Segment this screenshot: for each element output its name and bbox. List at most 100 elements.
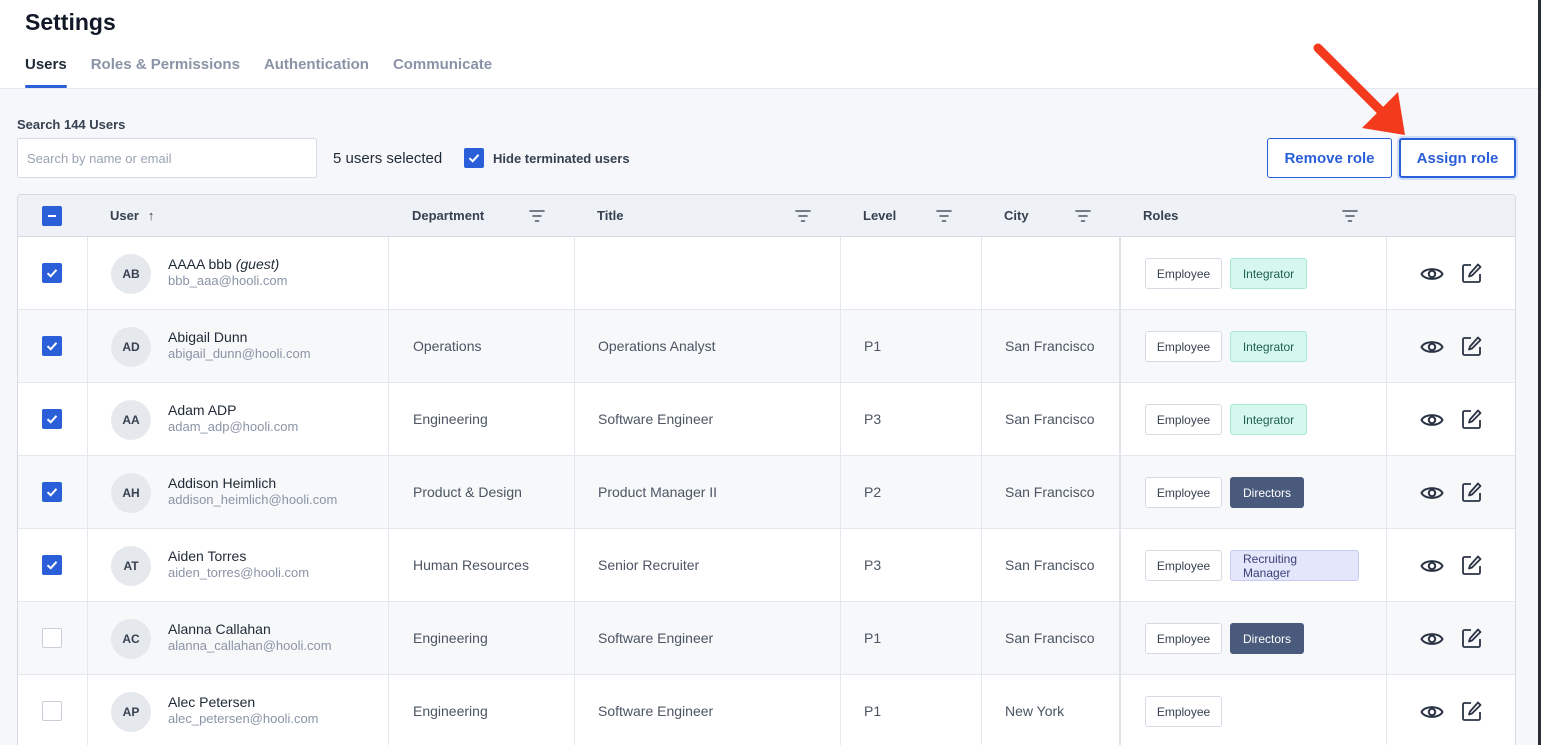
guest-label: (guest)	[235, 256, 280, 272]
view-eye-icon[interactable]	[1420, 555, 1444, 577]
minus-icon	[48, 215, 56, 217]
title-cell: Software Engineer	[598, 703, 714, 719]
department-cell: Engineering	[413, 411, 488, 427]
tab-roles-permissions[interactable]: Roles & Permissions	[91, 56, 240, 88]
sort-ascending-icon[interactable]: ↑	[148, 208, 155, 223]
edit-pencil-icon[interactable]	[1461, 481, 1483, 503]
user-name: Addison Heimlich	[168, 475, 276, 491]
row-checkbox[interactable]	[42, 336, 62, 356]
user-email: alanna_callahan@hooli.com	[168, 638, 332, 653]
users-table: User ↑ Department Title Level City Roles…	[17, 194, 1516, 745]
edit-pencil-icon[interactable]	[1461, 408, 1483, 430]
filter-icon[interactable]	[529, 208, 545, 224]
tab-bar: Users Roles & Permissions Authentication…	[25, 56, 516, 88]
row-checkbox[interactable]	[42, 701, 62, 721]
hide-terminated-toggle[interactable]: Hide terminated users	[464, 148, 630, 168]
avatar: AP	[111, 692, 151, 732]
view-eye-icon[interactable]	[1420, 701, 1444, 723]
role-badge-employee: Employee	[1145, 550, 1222, 581]
table-row[interactable]: AB AAAA bbb (guest) bbb_aaa@hooli.com Emplo…	[18, 237, 1515, 310]
view-eye-icon[interactable]	[1420, 263, 1444, 285]
tab-communicate[interactable]: Communicate	[393, 56, 492, 88]
edit-pencil-icon[interactable]	[1461, 262, 1483, 284]
tab-users[interactable]: Users	[25, 56, 67, 88]
filter-icon[interactable]	[1075, 208, 1091, 224]
user-name-text: Alanna Callahan	[168, 621, 271, 637]
filter-icon[interactable]	[936, 208, 952, 224]
avatar: AB	[111, 254, 151, 294]
city-cell: New York	[1005, 703, 1065, 719]
city-cell: San Francisco	[1005, 630, 1095, 646]
role-badge-employee: Employee	[1145, 477, 1222, 508]
city-cell: San Francisco	[1005, 557, 1095, 573]
user-name: Abigail Dunn	[168, 329, 247, 345]
avatar: AT	[111, 546, 151, 586]
column-divider	[87, 237, 88, 745]
department-cell: Product & Design	[413, 484, 522, 500]
role-badge-integrator: Integrator	[1230, 258, 1307, 289]
user-name-text: Aiden Torres	[168, 548, 247, 564]
edit-pencil-icon[interactable]	[1461, 554, 1483, 576]
view-eye-icon[interactable]	[1420, 482, 1444, 504]
row-checkbox[interactable]	[42, 555, 62, 575]
checkmark-icon	[46, 342, 58, 351]
column-header-user[interactable]: User ↑	[110, 208, 154, 223]
user-name: Adam ADP	[168, 402, 236, 418]
table-row[interactable]: AC Alanna Callahan alanna_callahan@hooli.c…	[18, 602, 1515, 675]
title-cell: Operations Analyst	[598, 338, 716, 354]
selected-count: 5 users selected	[333, 150, 443, 167]
level-cell: P1	[864, 703, 882, 719]
department-cell: Engineering	[413, 703, 488, 719]
tab-authentication[interactable]: Authentication	[264, 56, 369, 88]
column-label-user: User	[110, 208, 139, 223]
column-divider	[1386, 237, 1387, 745]
level-cell: P1	[864, 338, 882, 354]
role-badge-employee: Employee	[1145, 331, 1222, 362]
title-cell: Software Engineer	[598, 411, 714, 427]
table-row[interactable]: AA Adam ADP adam_adp@hooli.com Engineering S…	[18, 383, 1515, 456]
table-row[interactable]: AH Addison Heimlich addison_heimlich@hooli…	[18, 456, 1515, 529]
checkmark-icon	[46, 561, 58, 570]
column-divider	[1119, 237, 1121, 745]
role-badge-integrator: Integrator	[1230, 404, 1307, 435]
view-eye-icon[interactable]	[1420, 409, 1444, 431]
user-name-text: Alec Petersen	[168, 694, 256, 710]
filter-icon[interactable]	[1342, 208, 1358, 224]
avatar: AD	[111, 327, 151, 367]
search-input[interactable]	[17, 138, 317, 178]
row-checkbox[interactable]	[42, 628, 62, 648]
role-badge-directors: Directors	[1230, 477, 1304, 508]
edit-pencil-icon[interactable]	[1461, 335, 1483, 357]
edit-pencil-icon[interactable]	[1461, 627, 1483, 649]
department-cell: Engineering	[413, 630, 488, 646]
hide-terminated-checkbox[interactable]	[464, 148, 484, 168]
row-checkbox[interactable]	[42, 263, 62, 283]
filter-icon[interactable]	[795, 208, 811, 224]
hide-terminated-label: Hide terminated users	[493, 150, 630, 166]
select-all-checkbox[interactable]	[42, 206, 62, 226]
role-badge-employee: Employee	[1145, 623, 1222, 654]
checkmark-icon	[46, 415, 58, 424]
city-cell: San Francisco	[1005, 338, 1095, 354]
table-row[interactable]: AP Alec Petersen alec_petersen@hooli.com En…	[18, 675, 1515, 745]
level-cell: P3	[864, 557, 882, 573]
column-divider	[388, 237, 389, 745]
table-row[interactable]: AD Abigail Dunn abigail_dunn@hooli.com Oper…	[18, 310, 1515, 383]
table-row[interactable]: AT Aiden Torres aiden_torres@hooli.com Huma…	[18, 529, 1515, 602]
column-header-title: Title	[597, 208, 624, 223]
city-cell: San Francisco	[1005, 411, 1095, 427]
role-badge-employee: Employee	[1145, 258, 1222, 289]
view-eye-icon[interactable]	[1420, 628, 1444, 650]
user-name-text: AAAA bbb	[168, 256, 232, 272]
page-title: Settings	[25, 9, 116, 35]
user-name-text: Abigail Dunn	[168, 329, 248, 345]
red-arrow-annotation	[1313, 43, 1405, 135]
role-badge-employee: Employee	[1145, 696, 1222, 727]
edit-pencil-icon[interactable]	[1461, 700, 1483, 722]
row-checkbox[interactable]	[42, 482, 62, 502]
search-label: Search 144 Users	[17, 117, 126, 132]
city-cell: San Francisco	[1005, 484, 1095, 500]
row-checkbox[interactable]	[42, 409, 62, 429]
user-email: bbb_aaa@hooli.com	[168, 273, 288, 288]
view-eye-icon[interactable]	[1420, 336, 1444, 358]
